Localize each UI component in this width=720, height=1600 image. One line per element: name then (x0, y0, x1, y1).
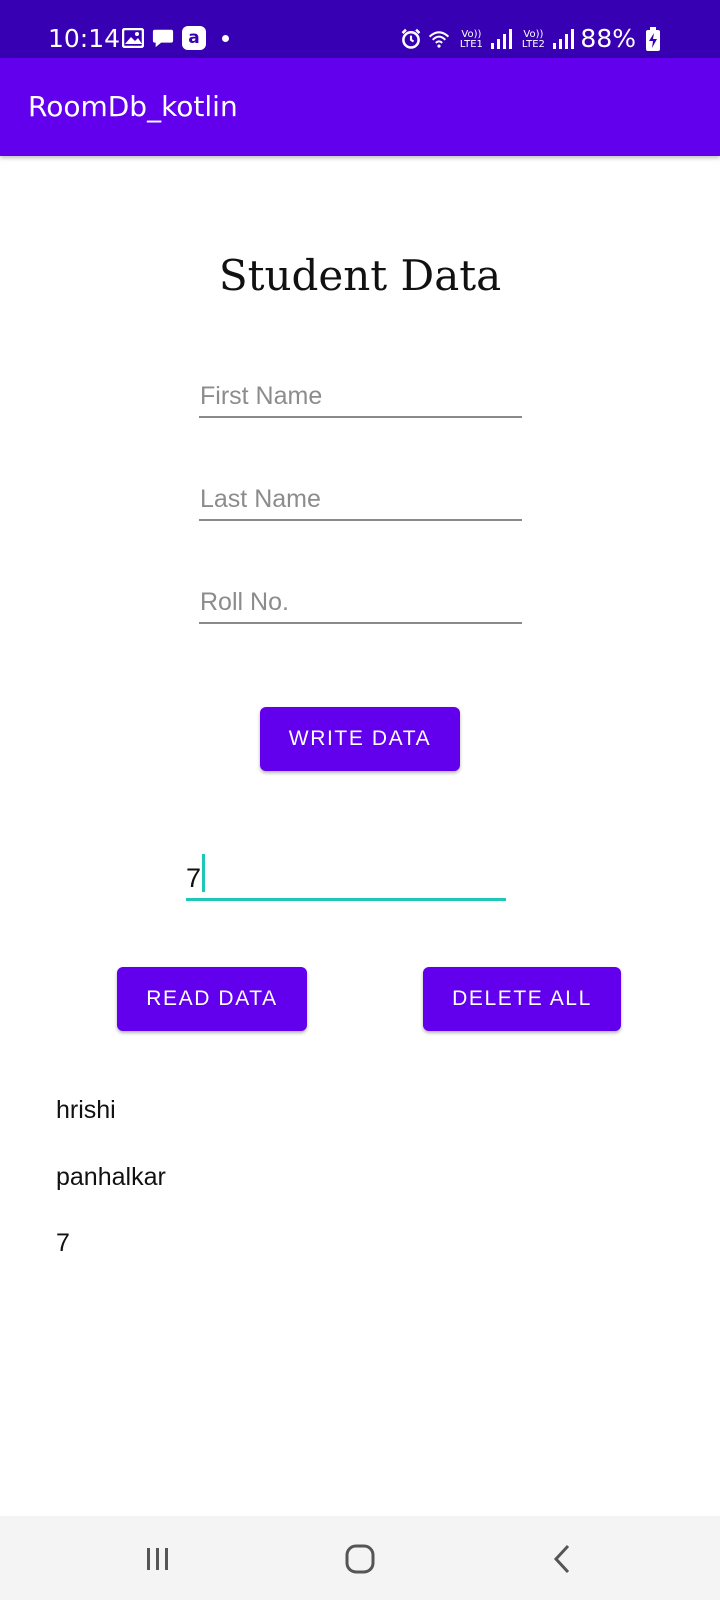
status-time: 10:14 (48, 24, 121, 53)
last-name-field[interactable] (199, 479, 522, 521)
alarm-icon (400, 28, 422, 50)
read-data-button[interactable]: READ DATA (117, 967, 307, 1031)
delete-all-button[interactable]: DELETE ALL (423, 967, 621, 1031)
recent-apps-icon[interactable] (128, 1534, 188, 1584)
message-icon (152, 27, 174, 49)
volte-lte1-signal-icon: Vo)) LTE1 (456, 28, 513, 50)
result-last-name: panhalkar (56, 1163, 166, 1191)
volte-lte2-signal-icon: Vo)) LTE2 (518, 28, 575, 50)
write-data-button[interactable]: WRITE DATA (260, 707, 460, 771)
sim2-label-bottom: LTE2 (521, 39, 545, 50)
status-left-icons: a (122, 26, 229, 50)
roll-no-field[interactable] (199, 582, 522, 624)
result-first-name: hrishi (56, 1096, 116, 1124)
first-name-field[interactable] (199, 376, 522, 418)
result-roll-no: 7 (56, 1229, 70, 1257)
amazon-icon: a (182, 26, 206, 50)
battery-charging-icon (642, 27, 664, 51)
app-title: RoomDb_kotlin (28, 90, 238, 123)
home-icon[interactable] (330, 1534, 390, 1584)
wifi-icon (428, 28, 450, 50)
app-bar: RoomDb_kotlin (0, 58, 720, 156)
sim1-label-bottom: LTE1 (459, 39, 483, 50)
status-bar: 10:14 a Vo)) LTE1 Vo)) LTE2 88% (0, 0, 720, 58)
notification-dot-icon (222, 34, 229, 42)
text-cursor (202, 854, 205, 892)
page-title: Student Data (218, 251, 502, 300)
battery-percent: 88% (580, 24, 636, 53)
back-icon[interactable] (532, 1534, 592, 1584)
navigation-bar (0, 1516, 720, 1600)
roll-no-query-input[interactable] (186, 858, 506, 901)
gallery-icon (122, 27, 144, 49)
status-right-icons: Vo)) LTE1 Vo)) LTE2 88% (400, 24, 664, 54)
